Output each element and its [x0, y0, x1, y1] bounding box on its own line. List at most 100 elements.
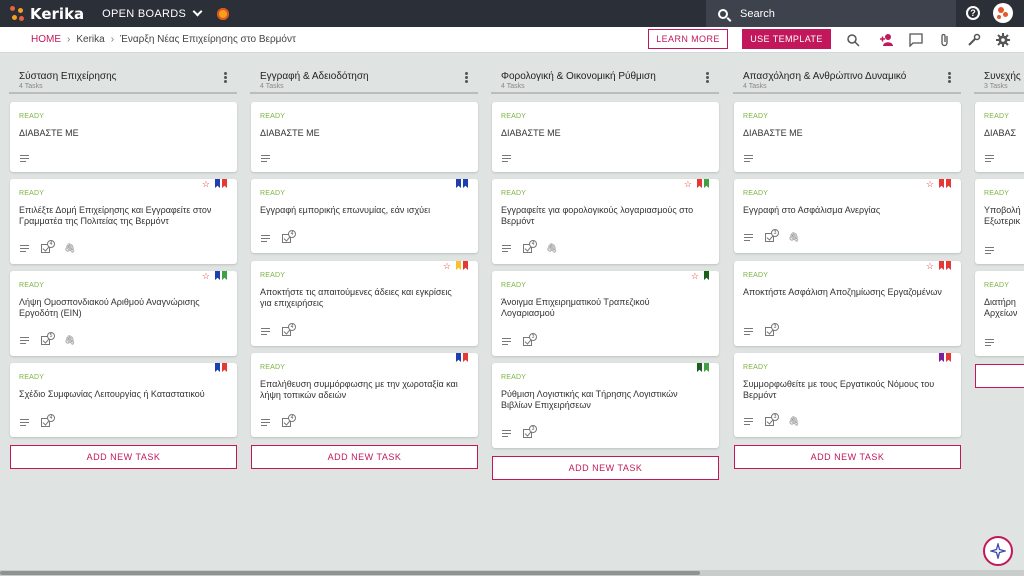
use-template-button[interactable]: USE TEMPLATE: [742, 29, 831, 49]
add-new-task-button[interactable]: ADD NEW TASK: [251, 445, 478, 469]
description-icon: [985, 339, 994, 346]
open-boards-menu[interactable]: OPEN BOARDS: [102, 6, 203, 20]
task-title: Εγγραφή εμπορικής επωνυμίας, εάν ισχύει: [260, 205, 431, 215]
tag-flag-icon: [463, 261, 468, 270]
settings-icon[interactable]: [996, 33, 1010, 47]
task-flags: ☆: [684, 179, 709, 191]
task-title: ΔΙΑΒΑΣ: [984, 128, 1017, 138]
task-status: READY: [260, 113, 286, 120]
task-title: Υποβολή Εξωτερικ: [984, 205, 1021, 226]
checklist-count: 4: [288, 322, 296, 331]
task-status: READY: [260, 190, 286, 197]
task-status: READY: [501, 113, 527, 120]
task-card[interactable]: READY Σχέδιο Συμφωνίας Λειτουργίας ή Κατ…: [10, 363, 237, 437]
more-vert-icon[interactable]: [465, 72, 468, 83]
more-vert-icon[interactable]: [706, 72, 709, 83]
more-vert-icon[interactable]: [224, 72, 227, 83]
description-icon: [502, 245, 511, 252]
attachment-icon: 🖇: [64, 243, 76, 253]
task-title: Σχέδιο Συμφωνίας Λειτουργίας ή Καταστατι…: [19, 389, 205, 399]
task-card[interactable]: READY ΔΙΑΒΑΣΤΕ ΜΕ: [251, 102, 478, 172]
checklist-count: 3: [771, 228, 779, 237]
task-card[interactable]: READY Συμμορφωθείτε με τους Εργατικούς Ν…: [734, 353, 961, 437]
task-status: READY: [984, 190, 1010, 197]
add-new-task-button[interactable]: ADD NEW TASK: [492, 456, 719, 480]
task-card[interactable]: ☆ READY Αποκτήστε Ασφάλιση Αποζημίωσης Ε…: [734, 261, 961, 346]
attachment-icon: 🖇: [788, 232, 800, 242]
column-header[interactable]: Φορολογική & Οικονομική Ρύθμιση 4 Tasks: [491, 67, 719, 94]
kerika-logo[interactable]: Kerika: [10, 5, 84, 23]
task-status: READY: [19, 374, 45, 381]
tag-flag-icon: [946, 179, 951, 188]
task-card[interactable]: READY ΔΙΑΒΑΣΤΕ ΜΕ: [10, 102, 237, 172]
breadcrumb-org[interactable]: Kerika: [76, 34, 104, 45]
help-icon[interactable]: ?: [966, 6, 980, 20]
breadcrumb-bar: HOME › Kerika › Έναρξη Νέας Επιχείρησης …: [0, 27, 1024, 53]
search-icon[interactable]: [846, 33, 860, 47]
horizontal-scrollbar[interactable]: [0, 570, 1024, 576]
description-icon: [20, 245, 29, 252]
more-vert-icon[interactable]: [948, 72, 951, 83]
tag-flag-icon: [697, 363, 702, 372]
board-avatar-icon[interactable]: [217, 7, 230, 20]
attachment-icon[interactable]: [938, 33, 952, 47]
wrench-icon[interactable]: [967, 33, 981, 47]
task-card[interactable]: READY Εγγραφή εμπορικής επωνυμίας, εάν ι…: [251, 179, 478, 253]
task-card[interactable]: ☆ READY Εγγραφείτε για φορολογικούς λογα…: [492, 179, 719, 264]
scrollbar-thumb[interactable]: [0, 571, 700, 575]
description-icon: [985, 247, 994, 254]
task-flags: ☆: [926, 261, 951, 273]
task-card[interactable]: READY ΔΙΑΒΑΣΤΕ ΜΕ: [734, 102, 961, 172]
task-card[interactable]: READY Διατήρη Αρχείων: [975, 271, 1024, 356]
task-meta: [261, 155, 270, 162]
column-title: Εγγραφή & Αδειοδότηση: [260, 71, 369, 82]
task-flags: [213, 363, 227, 375]
add-new-task-button[interactable]: ADD NEW TASK: [10, 445, 237, 469]
task-card[interactable]: ☆ READY Λήψη Ομοσπονδιακού Αριθμού Αναγν…: [10, 271, 237, 356]
column-header[interactable]: Συνεχής 3 Tasks: [974, 67, 1024, 94]
breadcrumb-home[interactable]: HOME: [31, 34, 61, 45]
column-header[interactable]: Εγγραφή & Αδειοδότηση 4 Tasks: [250, 67, 478, 94]
chat-icon[interactable]: [909, 33, 923, 47]
description-icon: [744, 155, 753, 162]
star-icon: ☆: [683, 179, 692, 189]
description-icon: [261, 328, 270, 335]
task-card[interactable]: READY ΔΙΑΒΑΣ: [975, 102, 1024, 172]
column-header[interactable]: Σύσταση Επιχείρησης 4 Tasks: [9, 67, 237, 94]
task-card[interactable]: ☆ READY Εγγραφή στο Ασφάλισμα Ανεργίας 3…: [734, 179, 961, 253]
task-status: READY: [19, 282, 45, 289]
add-user-icon[interactable]: [880, 33, 894, 47]
add-new-task-button[interactable]: ADD NEW TASK: [734, 445, 961, 469]
task-flags: ☆: [202, 271, 227, 283]
task-card[interactable]: READY Ρύθμιση Λογιστικής και Τήρησης Λογ…: [492, 363, 719, 448]
column-header[interactable]: Απασχόληση & Ανθρώπινο Δυναμικό 4 Tasks: [733, 67, 961, 94]
user-avatar[interactable]: [993, 3, 1013, 23]
tag-flag-icon: [456, 261, 461, 270]
ai-assistant-button[interactable]: [983, 536, 1013, 566]
checklist-count: 3: [771, 412, 779, 421]
description-icon: [744, 328, 753, 335]
task-meta: [502, 155, 511, 162]
task-card[interactable]: READY Υποβολή Εξωτερικ: [975, 179, 1024, 264]
learn-more-button[interactable]: LEARN MORE: [648, 29, 728, 49]
tag-flag-icon: [222, 271, 227, 280]
add-new-task-button[interactable]: [975, 364, 1024, 388]
task-card[interactable]: ☆ READY Άνοιγμα Επιχειρηματικού Τραπεζικ…: [492, 271, 719, 356]
tag-flag-icon: [222, 363, 227, 372]
search-box[interactable]: Search: [706, 0, 956, 27]
task-title: Ρύθμιση Λογιστικής και Τήρησης Λογιστικώ…: [501, 389, 678, 410]
description-icon: [744, 234, 753, 241]
task-meta: [985, 247, 994, 254]
checklist-count: 5: [47, 331, 55, 340]
logo-text: Kerika: [30, 4, 85, 23]
task-card[interactable]: READY ΔΙΑΒΑΣΤΕ ΜΕ: [492, 102, 719, 172]
tag-flag-icon: [939, 353, 944, 362]
chevron-right-icon: ›: [110, 34, 115, 45]
tag-flag-icon: [946, 261, 951, 270]
task-card[interactable]: READY Επαλήθευση συμμόρφωσης με την χωρο…: [251, 353, 478, 437]
task-meta: 3 🖇: [744, 412, 799, 427]
tag-flag-icon: [463, 353, 468, 362]
task-card[interactable]: ☆ READY Επιλέξτε Δομή Επιχείρησης και Εγ…: [10, 179, 237, 264]
task-meta: 4 🖇: [502, 239, 557, 254]
task-card[interactable]: ☆ READY Αποκτήστε τις απαιτούμενες άδειε…: [251, 261, 478, 346]
